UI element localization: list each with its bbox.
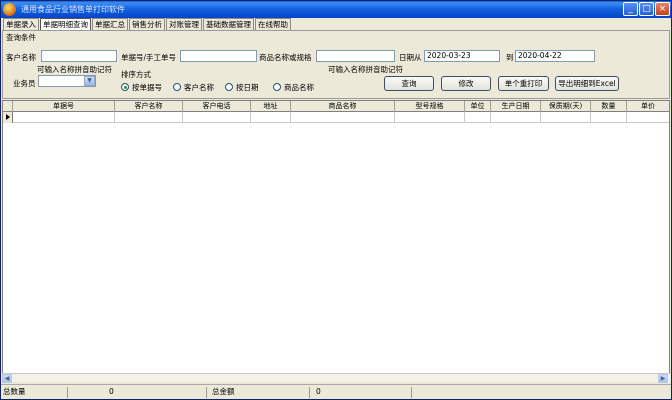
customer-input[interactable] (41, 50, 117, 62)
column-header[interactable]: 生产日期 (491, 101, 541, 112)
order-no-label: 单据号/手工单号 (121, 53, 177, 62)
current-row-arrow-icon (6, 114, 10, 120)
column-header[interactable]: 客户电话 (183, 101, 251, 112)
app-logo-icon (3, 3, 16, 16)
maximize-button[interactable]: □ (639, 2, 654, 16)
window-title: 通用食品行业销售单打印软件 (21, 5, 125, 14)
tab-online-help[interactable]: 在线帮助 (255, 18, 291, 30)
tab-sales-analysis[interactable]: 销售分析 (129, 18, 165, 30)
product-hint: 可输入名称拼音助记符 (328, 65, 403, 74)
salesman-label: 业务员 (13, 79, 36, 88)
date-from-input[interactable]: 2020-03-23 (424, 50, 500, 62)
query-group-title: 查询条件 (6, 33, 36, 42)
close-button[interactable]: × (655, 2, 670, 16)
date-to-label: 到 (506, 53, 514, 62)
column-header[interactable]: 数量 (591, 101, 627, 112)
column-header[interactable]: 保质期(天) (541, 101, 591, 112)
column-header[interactable]: 客户名称 (115, 101, 183, 112)
export-excel-button[interactable]: 导出明细到Excel (555, 76, 619, 91)
reprint-button[interactable]: 单个重打印 (498, 76, 549, 91)
total-amount-value: 0 (316, 387, 321, 396)
sort-label: 排序方式 (121, 70, 151, 79)
radio-icon (225, 83, 233, 91)
order-no-input[interactable] (180, 50, 257, 62)
column-header[interactable]: 单价 (627, 101, 669, 112)
horizontal-scrollbar[interactable]: ◀ ▶ (2, 373, 670, 383)
tab-base-data[interactable]: 基础数据管理 (203, 18, 254, 30)
sort-by-product[interactable]: 商品名称 (273, 82, 314, 92)
customer-label: 客户名称 (6, 53, 36, 62)
total-amount-label: 总金额 (212, 387, 235, 396)
column-header[interactable]: 单位 (465, 101, 491, 112)
date-from-label: 日期从 (399, 53, 422, 62)
scroll-right-icon[interactable]: ▶ (658, 374, 668, 383)
sort-by-customer[interactable]: 客户名称 (173, 82, 214, 92)
row-indicator (3, 112, 13, 123)
edit-button[interactable]: 修改 (441, 76, 491, 91)
radio-icon (273, 83, 281, 91)
column-header[interactable]: 商品名称 (291, 101, 395, 112)
chevron-down-icon[interactable]: ▼ (84, 76, 95, 86)
total-qty-label: 总数量 (3, 387, 26, 396)
column-header[interactable]: 型号规格 (395, 101, 465, 112)
scroll-left-icon[interactable]: ◀ (2, 374, 12, 383)
detail-grid[interactable]: 单据号 客户名称 客户电话 地址 商品名称 型号规格 单位 生产日期 保质期(天… (2, 100, 670, 381)
total-qty-value: 0 (109, 387, 114, 396)
date-to-input[interactable]: 2020-04-22 (515, 50, 595, 62)
title-bar[interactable]: 通用食品行业销售单打印软件 _ □ × (1, 1, 671, 18)
main-window: 通用食品行业销售单打印软件 _ □ × 单据录入 单据明细查询 单据汇总 销售分… (0, 0, 672, 400)
product-input[interactable] (316, 50, 395, 62)
tab-order-summary[interactable]: 单据汇总 (92, 18, 128, 30)
minimize-button[interactable]: _ (623, 2, 638, 16)
status-bar: 总数量 0 总金额 0 (1, 384, 671, 399)
product-label: 商品名称或规格 (259, 53, 312, 62)
sort-by-date[interactable]: 按日期 (225, 82, 259, 92)
column-header[interactable]: 单据号 (13, 101, 115, 112)
tab-reconciliation[interactable]: 对账管理 (166, 18, 202, 30)
table-row[interactable] (3, 112, 669, 123)
grid-header: 单据号 客户名称 客户电话 地址 商品名称 型号规格 单位 生产日期 保质期(天… (3, 101, 669, 112)
tab-order-entry[interactable]: 单据录入 (3, 18, 39, 30)
column-header[interactable]: 地址 (251, 101, 291, 112)
radio-icon (173, 83, 181, 91)
query-button[interactable]: 查询 (384, 76, 434, 91)
grid-corner (3, 101, 13, 112)
radio-icon (121, 83, 129, 91)
customer-hint: 可输入名称拼音助记符 (37, 65, 112, 74)
sort-by-order-no[interactable]: 按单据号 (121, 82, 162, 92)
